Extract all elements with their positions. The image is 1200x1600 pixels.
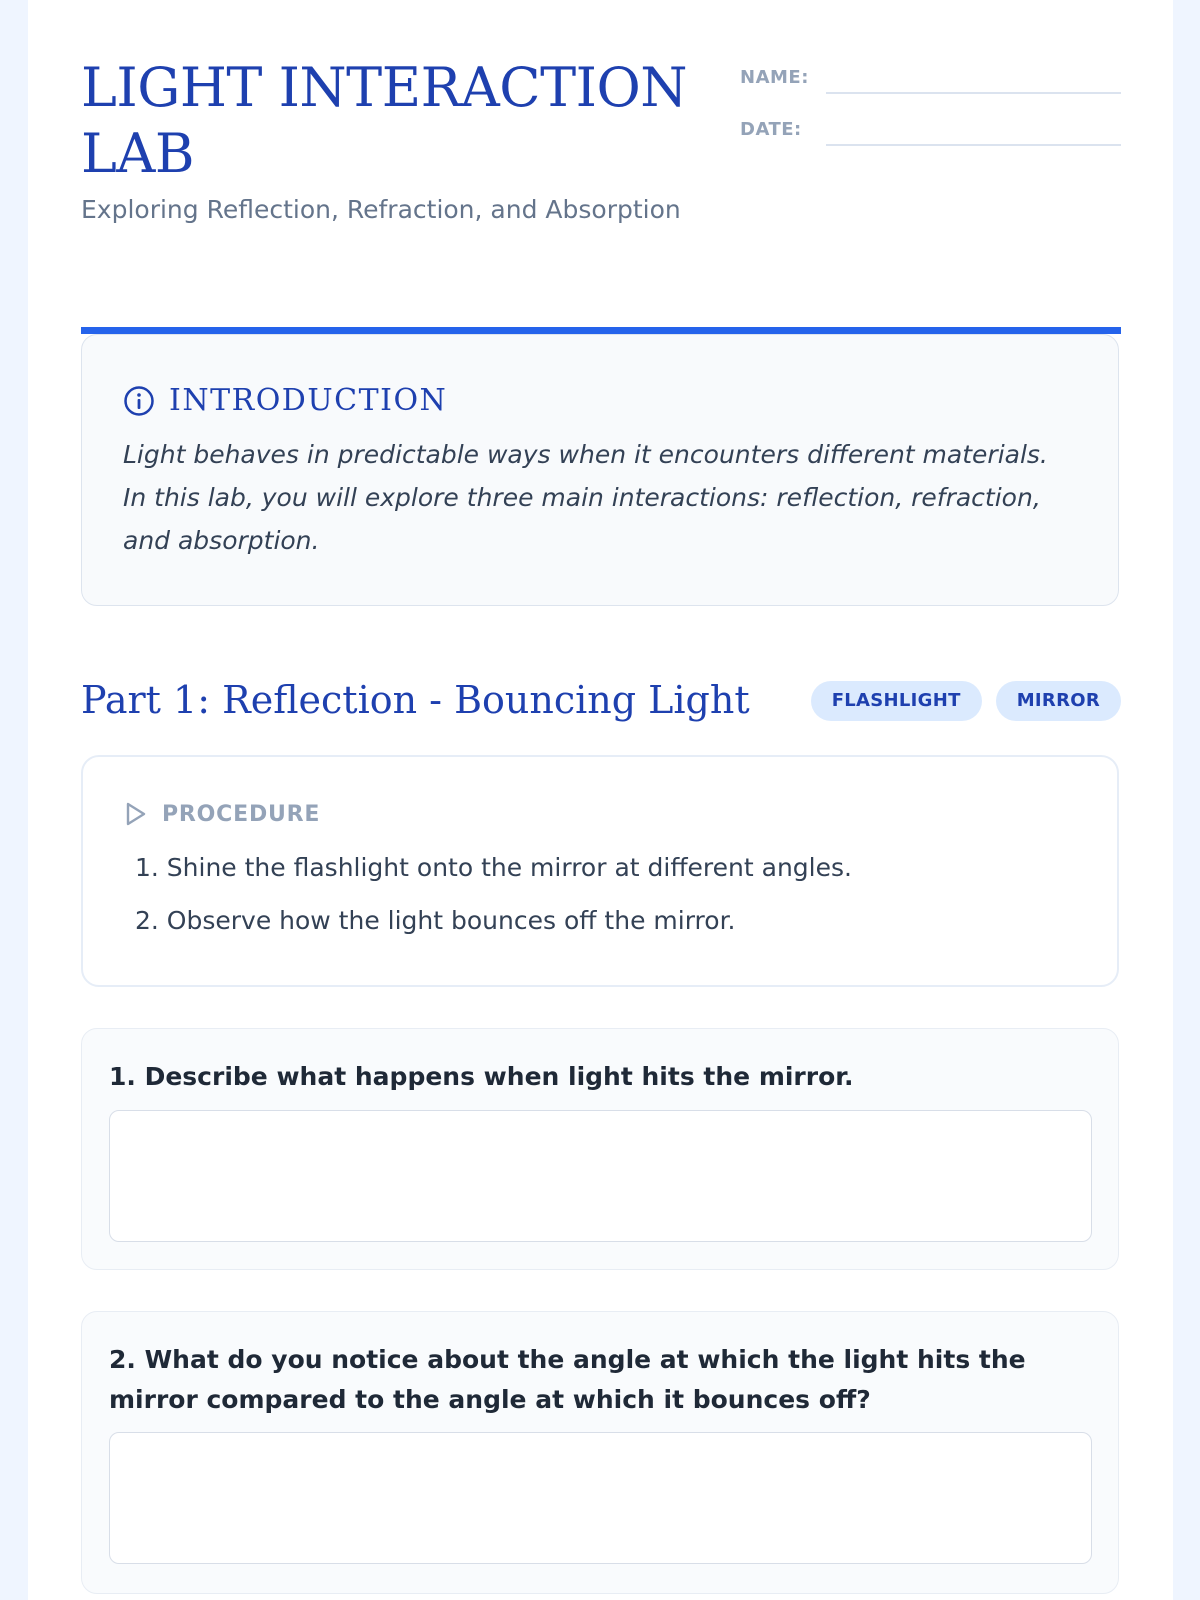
procedure-step: 2. Observe how the light bounces off the… bbox=[135, 906, 736, 935]
date-field[interactable] bbox=[826, 144, 1121, 146]
introduction-card: INTRODUCTION Light behaves in predictabl… bbox=[81, 334, 1119, 606]
name-row: NAME: bbox=[740, 63, 1121, 115]
answer-box-2[interactable] bbox=[109, 1432, 1092, 1564]
introduction-header: INTRODUCTION bbox=[123, 383, 447, 418]
info-circle-icon bbox=[124, 385, 154, 416]
part1-title: Part 1: Reflection - Bouncing Light bbox=[81, 678, 750, 722]
procedure-card: PROCEDURE 1. Shine the flashlight onto t… bbox=[81, 755, 1119, 987]
introduction-title: INTRODUCTION bbox=[169, 383, 448, 418]
name-label: NAME: bbox=[740, 67, 809, 88]
tag-flashlight: FLASHLIGHT bbox=[810, 681, 982, 721]
procedure-steps: 1. Shine the flashlight onto the mirror … bbox=[135, 852, 852, 958]
part1-header: Part 1: Reflection - Bouncing Light FLAS… bbox=[81, 675, 1121, 729]
page-subtitle: Exploring Reflection, Refraction, and Ab… bbox=[81, 195, 681, 224]
play-triangle-icon bbox=[126, 802, 146, 826]
question-card-1: 1. Describe what happens when light hits… bbox=[81, 1028, 1119, 1270]
question-text-1: 1. Describe what happens when light hits… bbox=[109, 1062, 854, 1091]
date-label: DATE: bbox=[740, 119, 802, 140]
answer-box-1[interactable] bbox=[109, 1110, 1092, 1242]
materials-tags: FLASHLIGHT MIRROR bbox=[797, 681, 1121, 721]
name-field[interactable] bbox=[826, 92, 1121, 94]
question-text-2: 2. What do you notice about the angle at… bbox=[109, 1345, 1026, 1414]
tag-mirror: MIRROR bbox=[995, 681, 1121, 721]
introduction-text: Light behaves in predictable ways when i… bbox=[123, 440, 1048, 555]
procedure-step: 1. Shine the flashlight onto the mirror … bbox=[135, 853, 852, 882]
date-row: DATE: bbox=[740, 115, 1121, 167]
question-card-2: 2. What do you notice about the angle at… bbox=[81, 1311, 1119, 1594]
worksheet-header: LIGHT INTERACTION LAB Exploring Reflecti… bbox=[81, 55, 1121, 334]
worksheet-page: LIGHT INTERACTION LAB Exploring Reflecti… bbox=[28, 0, 1173, 1600]
procedure-header: PROCEDURE bbox=[124, 801, 320, 827]
page-title: LIGHT INTERACTION LAB bbox=[81, 56, 687, 185]
header-divider bbox=[81, 327, 1121, 334]
procedure-title: PROCEDURE bbox=[162, 801, 321, 827]
student-info: NAME: DATE: bbox=[740, 63, 1121, 167]
